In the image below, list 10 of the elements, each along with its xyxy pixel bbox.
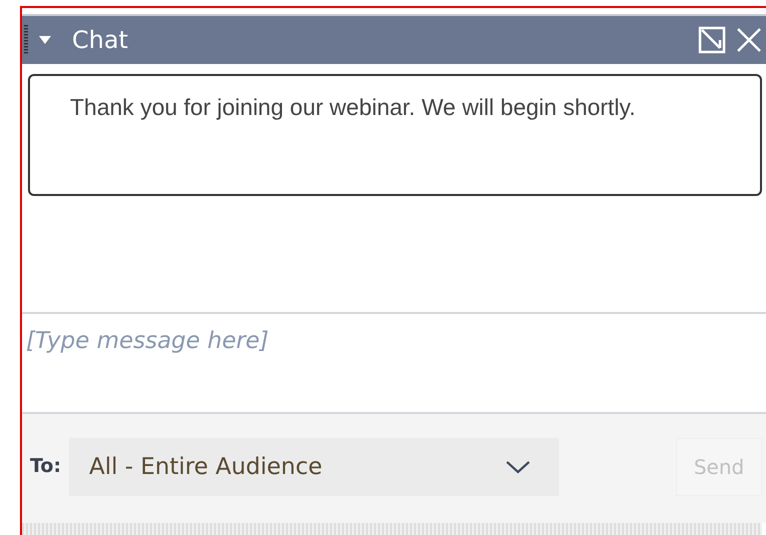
grip-icon[interactable]: [24, 24, 28, 56]
close-icon[interactable]: [736, 27, 762, 53]
caret-down-icon[interactable]: [38, 34, 52, 46]
to-label: To:: [30, 455, 62, 477]
panel-title: Chat: [72, 26, 128, 54]
pop-out-icon[interactable]: [698, 26, 726, 54]
recipient-dropdown[interactable]: All - Entire Audience: [69, 438, 560, 496]
message-field[interactable]: [Type message here]: [22, 314, 766, 368]
chevron-down-icon: [505, 459, 532, 475]
message-text: Thank you for joining our webinar. We will begin shortly.: [70, 93, 636, 122]
